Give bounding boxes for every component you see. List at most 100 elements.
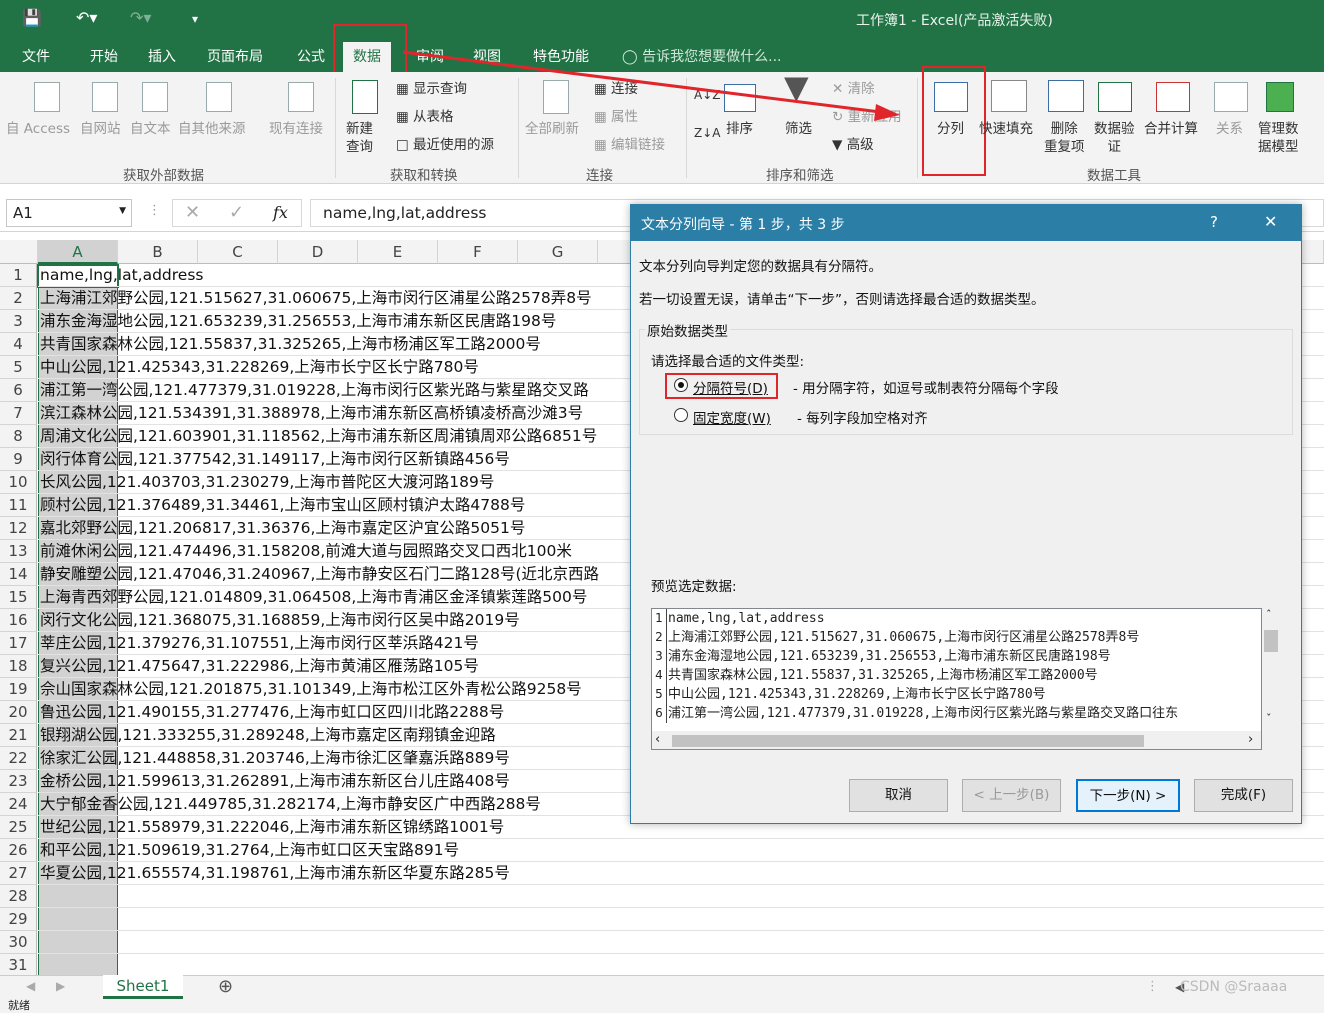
row-header[interactable]: 11 xyxy=(0,494,37,517)
close-icon[interactable]: ✕ xyxy=(1264,212,1277,231)
cell-a12[interactable]: 嘉北郊野公园,121.206817,31.36376,上海市嘉定区沪宜公路505… xyxy=(40,517,525,540)
column-header-g[interactable]: G xyxy=(518,240,598,264)
row-header[interactable]: 20 xyxy=(0,701,37,724)
finish-button[interactable]: 完成(F) xyxy=(1194,779,1293,812)
cell-a8[interactable]: 周浦文化公园,121.603901,31.118562,上海市浦东新区周浦镇周邓… xyxy=(40,425,597,448)
preview-line-number: 6 xyxy=(652,704,667,723)
row-header[interactable]: 19 xyxy=(0,678,37,701)
file-type-prompt: 请选择最合适的文件类型: xyxy=(651,354,805,370)
row-header[interactable]: 22 xyxy=(0,747,37,770)
text-to-columns-dialog: 文本分列向导 - 第 1 步，共 3 步 ? ✕ 文本分列向导判定您的数据具有分… xyxy=(630,204,1302,824)
fixed-width-label[interactable]: 固定宽度(W) xyxy=(693,407,771,427)
help-button[interactable]: ? xyxy=(1210,213,1218,231)
row-header[interactable]: 27 xyxy=(0,862,37,885)
cell-a9[interactable]: 闵行体育公园,121.377542,31.149117,上海市闵行区新镇路456… xyxy=(40,448,510,471)
cell-a5[interactable]: 中山公园,121.425343,31.228269,上海市长宁区长宁路780号 xyxy=(40,356,479,379)
next-button[interactable]: 下一步(N) > xyxy=(1076,779,1180,812)
scroll-left-icon[interactable]: ‹ xyxy=(655,732,660,747)
cell-a4[interactable]: 共青国家森林公园,121.55837,31.325265,上海市杨浦区军工路20… xyxy=(40,333,541,356)
row-header[interactable]: 10 xyxy=(0,471,37,494)
cell-a20[interactable]: 鲁迅公园,121.490155,31.277476,上海市虹口区四川北路2288… xyxy=(40,701,504,724)
row-header[interactable]: 3 xyxy=(0,310,37,333)
row-header[interactable]: 12 xyxy=(0,517,37,540)
add-sheet-icon[interactable]: ⊕ xyxy=(218,976,233,997)
row-header[interactable]: 26 xyxy=(0,839,37,862)
prev-sheet-icon[interactable]: ◀ xyxy=(26,979,35,993)
cell-a14[interactable]: 静安雕塑公园,121.47046,31.240967,上海市静安区石门二路128… xyxy=(40,563,599,586)
data-preview[interactable]: 1 name,lng,lat,address 2 上海浦江郊野公园,121.51562… xyxy=(651,608,1262,750)
vertical-scrollbar[interactable]: ˆ ˇ xyxy=(1262,608,1280,730)
row-header[interactable]: 17 xyxy=(0,632,37,655)
cell-a16[interactable]: 闵行文化公园,121.368075,31.168859,上海市闵行区吴中路201… xyxy=(40,609,520,632)
row-header[interactable]: 2 xyxy=(0,287,37,310)
column-header-b[interactable]: B xyxy=(118,240,198,264)
row-header[interactable]: 8 xyxy=(0,425,37,448)
back-button[interactable]: < 上一步(B) xyxy=(962,779,1061,812)
scroll-right-icon[interactable]: › xyxy=(1248,732,1253,747)
row-header[interactable]: 16 xyxy=(0,609,37,632)
preview-line-text: 浦江第一湾公园,121.477379,31.019228,上海市闵行区紫光路与紫… xyxy=(668,706,1179,721)
cell-a10[interactable]: 长风公园,121.403703,31.230279,上海市普陀区大渡河路189号 xyxy=(40,471,494,494)
sheet-tab-sheet1[interactable]: Sheet1 xyxy=(103,975,183,999)
row-header[interactable]: 28 xyxy=(0,885,37,908)
annotation-arrow xyxy=(402,50,900,121)
column-header-a[interactable]: A xyxy=(38,240,118,264)
row-header[interactable]: 24 xyxy=(0,793,37,816)
formula-buttons: ✕ ✓ fx xyxy=(172,199,302,227)
cancel-icon[interactable]: ✕ xyxy=(185,202,200,223)
cell-a18[interactable]: 复兴公园,121.475647,31.222986,上海市黄浦区雁荡路105号 xyxy=(40,655,479,678)
row-header[interactable]: 4 xyxy=(0,333,37,356)
row-header[interactable]: 5 xyxy=(0,356,37,379)
cell-a27[interactable]: 华夏公园,121.655574,31.198761,上海市浦东新区华夏东路285… xyxy=(40,862,510,885)
cell-a11[interactable]: 顾村公园,121.376489,31.34461,上海市宝山区顾村镇沪太路478… xyxy=(40,494,525,517)
cell-a17[interactable]: 莘庄公园,121.379276,31.107551,上海市闵行区莘浜路421号 xyxy=(40,632,479,655)
cancel-button[interactable]: 取消 xyxy=(849,779,948,812)
row-header[interactable]: 7 xyxy=(0,402,37,425)
cell-a3[interactable]: 浦东金海湿地公园,121.653239,31.256553,上海市浦东新区民唐路… xyxy=(40,310,556,333)
row-header[interactable]: 30 xyxy=(0,931,37,954)
column-header-c[interactable]: C xyxy=(198,240,278,264)
preview-line: 3 浦东金海湿地公园,121.653239,31.256553,上海市浦东新区民唐… xyxy=(652,647,1261,666)
row-header[interactable]: 25 xyxy=(0,816,37,839)
scrollbar-thumb[interactable] xyxy=(672,735,1144,747)
cell-a26[interactable]: 和平公园,121.509619,31.2764,上海市虹口区天宝路891号 xyxy=(40,839,459,862)
row-header[interactable]: 1 xyxy=(0,264,37,287)
cell-a1[interactable]: name,lng,lat,address xyxy=(40,264,203,287)
cell-a7[interactable]: 滨江森林公园,121.534391,31.388978,上海市浦东新区高桥镇凌桥… xyxy=(40,402,583,425)
fixed-width-radio[interactable] xyxy=(674,408,688,422)
v-scrollbar-thumb[interactable] xyxy=(1264,630,1278,652)
row-header[interactable]: 21 xyxy=(0,724,37,747)
cell-a21[interactable]: 银翔湖公园,121.333255,31.289248,上海市嘉定区南翔镇金迎路 xyxy=(40,724,496,747)
row-header[interactable]: 31 xyxy=(0,954,37,977)
row-header[interactable]: 6 xyxy=(0,379,37,402)
row-header[interactable]: 13 xyxy=(0,540,37,563)
cell-a23[interactable]: 金桥公园,121.599613,31.262891,上海市浦东新区台儿庄路408… xyxy=(40,770,510,793)
select-all-corner[interactable] xyxy=(0,240,38,264)
column-header-d[interactable]: D xyxy=(278,240,358,264)
cell-a24[interactable]: 大宁郁金香公园,121.449785,31.282174,上海市静安区广中西路2… xyxy=(40,793,541,816)
insert-function-icon[interactable]: fx xyxy=(273,203,288,222)
chevron-down-icon[interactable]: ▼ xyxy=(119,206,126,216)
row-header[interactable]: 18 xyxy=(0,655,37,678)
cell-a22[interactable]: 徐家汇公园,121.448858,31.203746,上海市徐汇区肇嘉浜路889… xyxy=(40,747,510,770)
row-header[interactable]: 23 xyxy=(0,770,37,793)
column-header-f[interactable]: F xyxy=(438,240,518,264)
cell-a19[interactable]: 佘山国家森林公园,121.201875,31.101349,上海市松江区外青松公… xyxy=(40,678,582,701)
scroll-up-icon[interactable]: ˆ xyxy=(1266,608,1272,621)
cell-a13[interactable]: 前滩休闲公园,121.474496,31.158208,前滩大道与园照路交叉口西… xyxy=(40,540,572,563)
row-header[interactable]: 14 xyxy=(0,563,37,586)
cell-a25[interactable]: 世纪公园,121.558979,31.222046,上海市浦东新区锦绣路1001… xyxy=(40,816,504,839)
cell-a2[interactable]: 上海浦江郊野公园,121.515627,31.060675,上海市闵行区浦星公路… xyxy=(40,287,592,310)
column-header-e[interactable]: E xyxy=(358,240,438,264)
cell-a6[interactable]: 浦江第一湾公园,121.477379,31.019228,上海市闵行区紫光路与紫… xyxy=(40,379,589,402)
enter-icon[interactable]: ✓ xyxy=(229,202,244,223)
row-header[interactable]: 15 xyxy=(0,586,37,609)
cell-a15[interactable]: 上海青西郊野公园,121.014809,31.064508,上海市青浦区金泽镇紫… xyxy=(40,586,587,609)
name-box[interactable]: A1 ▼ xyxy=(6,199,132,227)
next-sheet-icon[interactable]: ▶ xyxy=(56,979,65,993)
row-header[interactable]: 29 xyxy=(0,908,37,931)
scroll-down-icon[interactable]: ˇ xyxy=(1266,712,1272,725)
gridline xyxy=(38,930,1324,931)
row-header[interactable]: 9 xyxy=(0,448,37,471)
horizontal-scrollbar[interactable]: ‹ › xyxy=(652,731,1261,749)
